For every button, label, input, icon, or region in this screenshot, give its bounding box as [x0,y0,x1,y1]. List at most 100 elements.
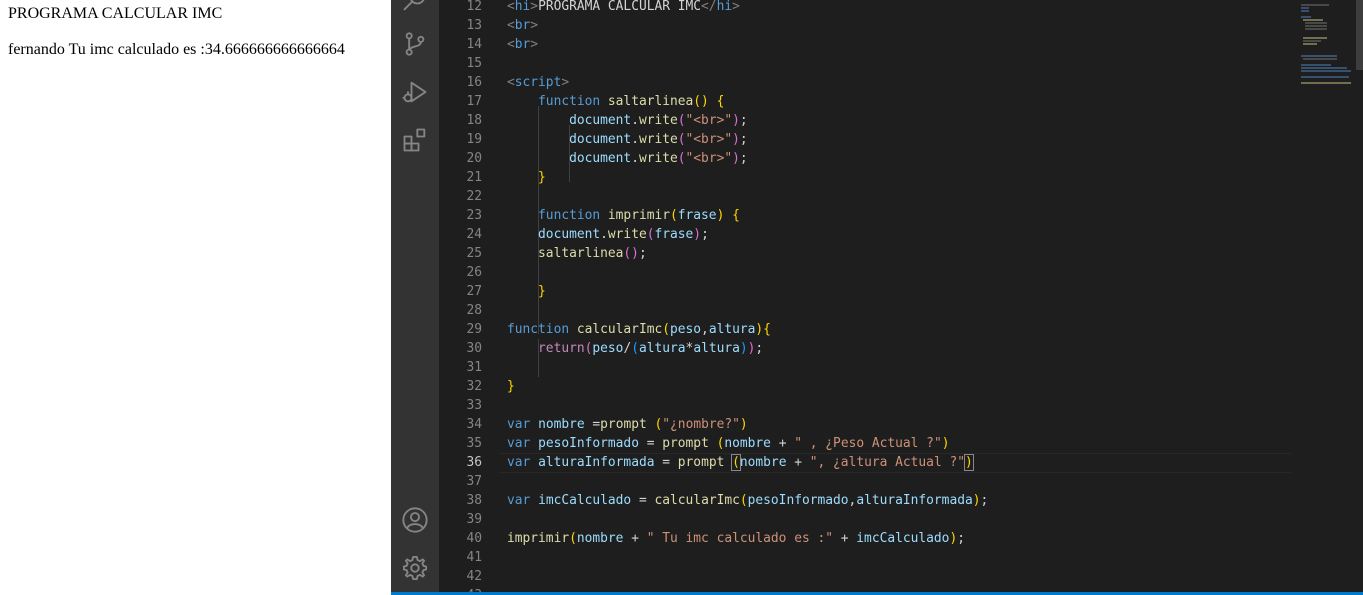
code-line[interactable]: 13 <br> [439,16,1291,35]
code-line[interactable]: 35 var pesoInformado = prompt (nombre + "… [439,434,1291,453]
code-text: return(peso/(altura*altura)); [507,339,763,358]
line-number: 29 [466,322,482,337]
code-text: function saltarlinea() { [507,92,724,111]
code-editor[interactable]: 12 <hi>PROGRAMA CALCULAR IMC</hi> 13 <br> 14… [439,0,1291,592]
code-line[interactable]: 29 function calcularImc(peso,altura){ [439,320,1291,339]
code-line[interactable]: 42 [439,567,1291,586]
code-line[interactable]: 17 function saltarlinea() { [439,92,1291,111]
code-line[interactable]: 18 document.write("<br>"); [439,111,1291,130]
code-token: < [507,0,515,14]
code-line[interactable]: 14 <br> [439,35,1291,54]
code-line[interactable]: 24 document.write(frase); [439,225,1291,244]
line-number: 42 [466,569,482,584]
run-debug-icon[interactable] [401,78,429,106]
code-line[interactable]: 19 document.write("<br>"); [439,130,1291,149]
code-token: "<br>" [685,151,733,166]
editor-scrollbar[interactable] [1356,0,1363,70]
code-token: ) [732,151,740,166]
code-text: <script> [507,73,569,92]
source-control-icon[interactable] [401,30,429,58]
code-line[interactable]: 40 imprimir(nombre + " Tu imc calculado e… [439,529,1291,548]
code-token: document [569,113,632,128]
code-token: } [538,284,546,299]
code-token: ; [739,132,748,147]
code-token: function [538,208,601,223]
code-token: altura [708,322,756,337]
line-number: 33 [466,398,482,413]
code-token: ; [638,246,647,261]
code-line[interactable]: 39 [439,510,1291,529]
code-token: return [538,341,585,356]
code-line[interactable]: 32} [439,377,1291,396]
code-token: ; [701,227,709,242]
code-line[interactable]: 23 function imprimir(frase) { [439,206,1291,225]
code-token: var [507,455,531,470]
code-line[interactable]: 28 [439,301,1291,320]
code-line[interactable]: 12 <hi>PROGRAMA CALCULAR IMC</hi> [439,0,1291,16]
settings-gear-icon[interactable] [401,554,429,582]
code-token: " , ¿Peso Actual ?" [794,436,942,451]
code-line[interactable]: 25 saltarlinea(); [439,244,1291,263]
code-line[interactable]: 36 var alturaInformada = prompt (nombre +… [439,453,1291,473]
code-token: write [607,227,647,242]
line-number: 22 [466,189,482,204]
code-text: document.write(frase); [507,225,709,244]
code-line[interactable]: 33 [439,396,1291,415]
extensions-icon[interactable] [401,126,429,154]
code-line[interactable]: 20 document.write("<br>"); [439,149,1291,168]
code-token: ; [739,113,748,128]
code-token: imprimir [507,531,570,546]
line-number: 30 [466,341,482,356]
code-line[interactable]: 38 var imcCalculado = calcularImc(pesoInf… [439,491,1291,510]
code-token: nombre [538,417,585,432]
code-token: { [716,94,725,109]
code-token: () [623,246,639,261]
activity-bar [391,0,439,592]
code-token: "<br>" [685,113,733,128]
code-line[interactable]: 30 return(peso/(altura*altura)); [439,339,1291,358]
code-token: calcularImc [576,322,663,337]
code-token: frase [654,227,694,242]
code-line[interactable]: 26 [439,263,1291,282]
code-line[interactable]: 15 [439,54,1291,73]
code-line[interactable]: 21 } [439,168,1291,187]
code-token: { [732,208,740,223]
code-token: " Tu imc calculado es :" [646,531,833,546]
code-line[interactable]: 16 <script> [439,73,1291,92]
code-text: saltarlinea(); [507,244,647,263]
code-token: alturaInformada [856,493,973,508]
line-number: 35 [466,436,482,451]
code-token: > [732,0,740,14]
code-line[interactable]: 31 [439,358,1291,377]
code-token: imprimir [607,208,670,223]
code-text: var pesoInformado = prompt (nombre + " ,… [507,434,949,453]
code-text: } [507,282,546,301]
code-line[interactable]: 27 } [439,282,1291,301]
code-line[interactable]: 37 [439,472,1291,491]
line-number: 18 [466,113,482,128]
code-token: ( [631,341,639,356]
code-token: ( [677,132,686,147]
code-token: function [538,94,601,109]
search-icon[interactable] [401,0,429,14]
code-text: document.write("<br>"); [507,149,748,168]
code-token: , [701,322,709,337]
line-number: 19 [466,132,482,147]
minimap[interactable] [1291,0,1363,592]
code-token: > [530,37,539,52]
code-token: nombre [739,455,787,470]
account-icon[interactable] [401,506,429,534]
code-line[interactable]: 41 [439,548,1291,567]
code-token: prompt [677,455,725,470]
code-line[interactable]: 34 var nombre =prompt ("¿nombre?") [439,415,1291,434]
code-line[interactable]: 22 [439,187,1291,206]
